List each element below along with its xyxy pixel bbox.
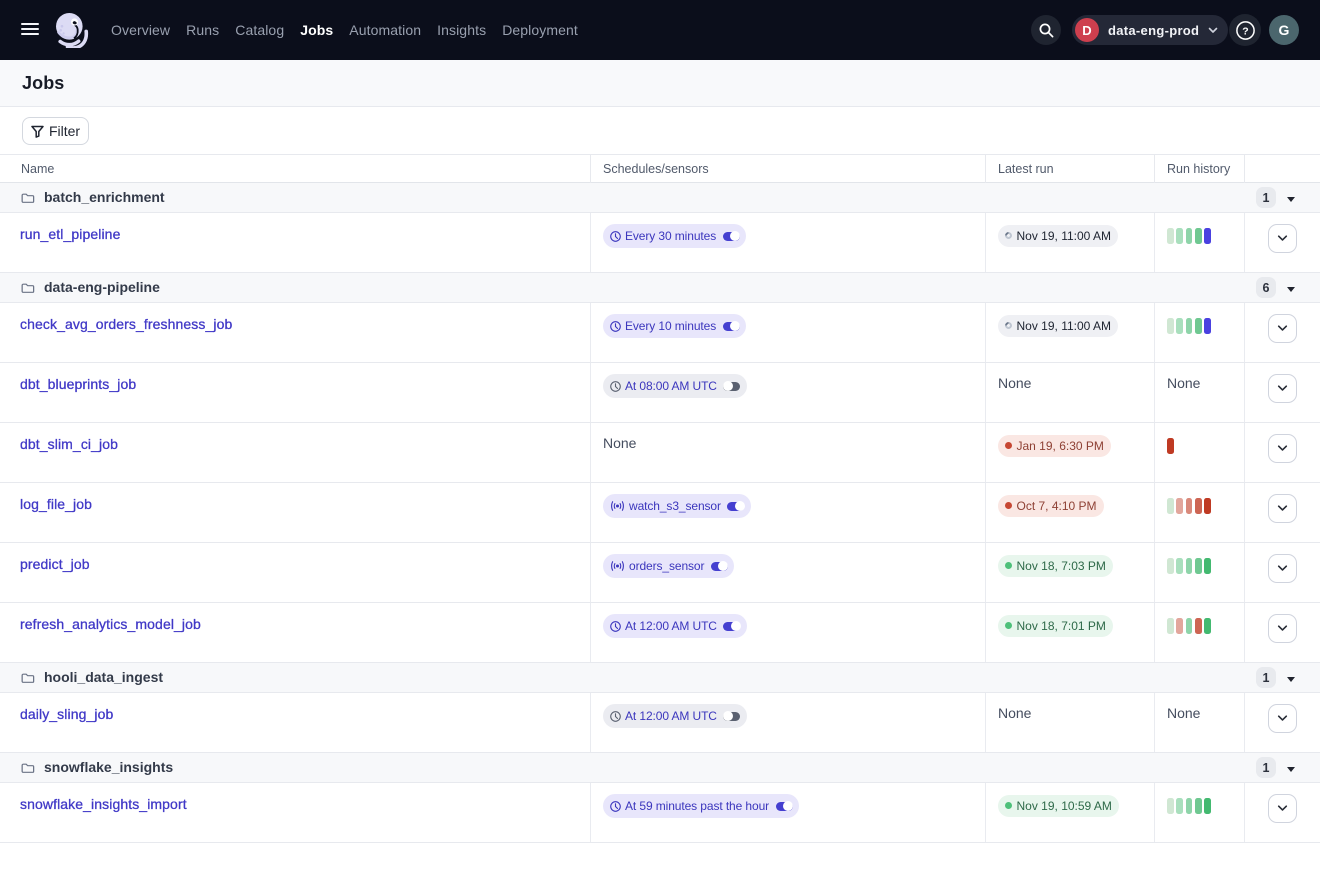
svg-text:?: ? — [1242, 25, 1248, 37]
